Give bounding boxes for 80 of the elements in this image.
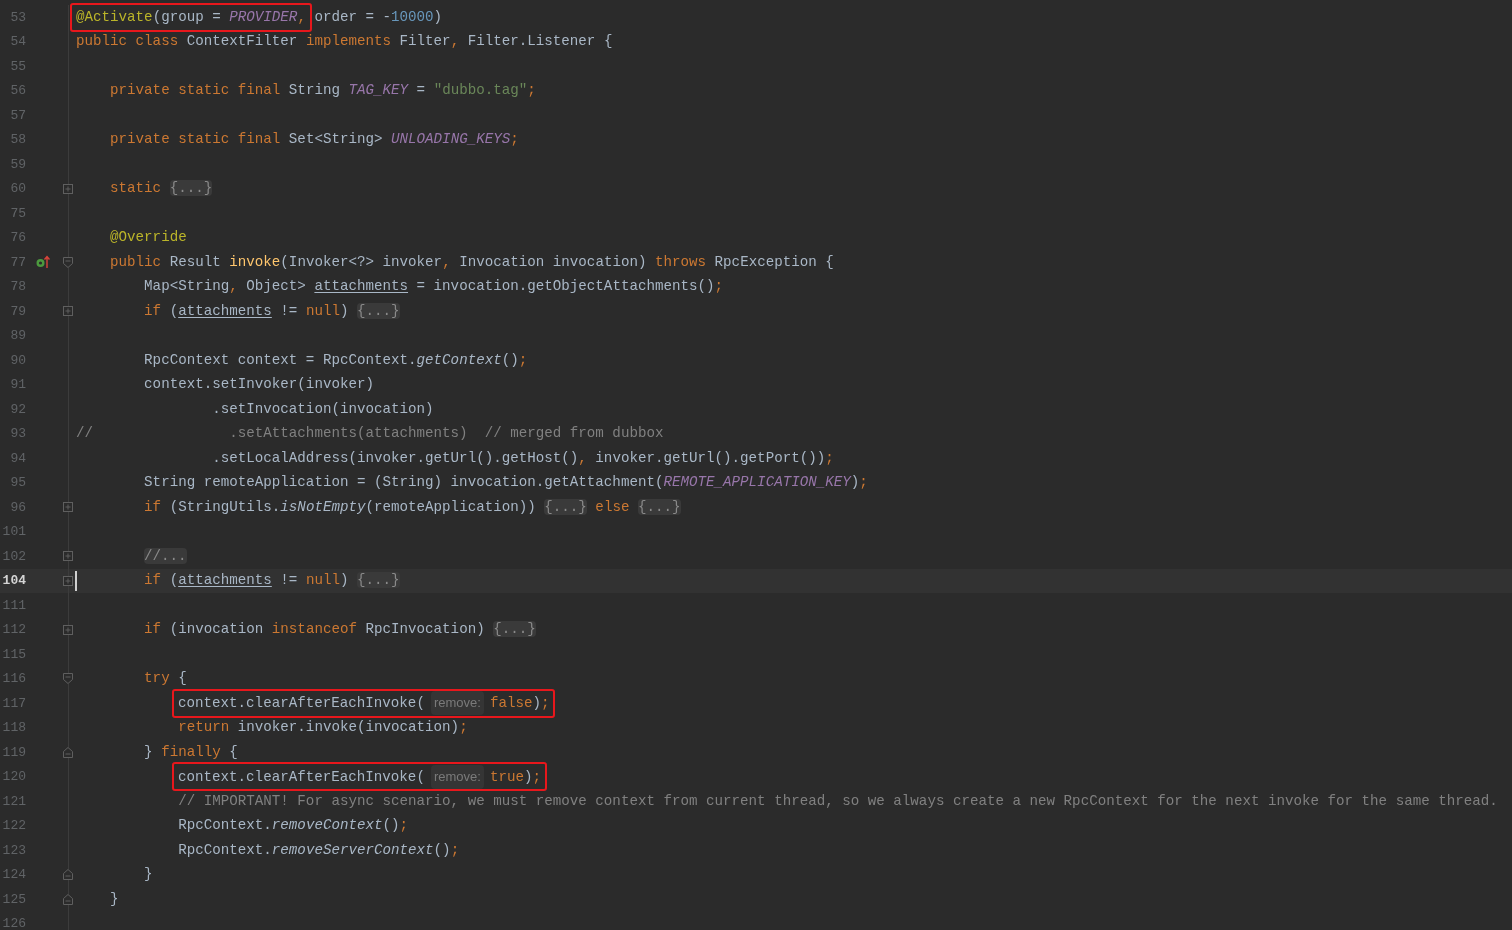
code-line: RpcContext context = RpcContext.getContext(); [143,350,528,370]
code-line: try { [143,669,187,689]
code-line: if (StringUtils.isNotEmpty(remoteApplication)) {...} else {...} [143,497,681,517]
line-number: 94 [9,449,26,468]
code-line: if (attachments != null) {...} [143,571,400,591]
line-number: 91 [9,376,26,394]
fold-expand-icon[interactable] [63,306,73,317]
line-number: 117 [1,694,26,713]
fold-expand-icon[interactable] [63,551,73,562]
line-number: 112 [1,621,26,639]
line-number: 56 [9,82,26,100]
line-number: 54 [9,33,26,51]
code-line: } [109,889,119,909]
line-number: 104 [1,572,26,590]
line-number: 55 [9,57,26,76]
line-number: 122 [1,817,26,835]
line-number: 89 [9,327,26,345]
line-number: 101 [1,523,26,541]
fold-collapse-icon[interactable] [63,673,73,685]
fold-expand-icon[interactable] [63,624,73,635]
fold-collapse-icon[interactable] [63,256,73,268]
code-line: context.setInvoker(invoker) [143,375,374,395]
highlight-box: context.clearAfterEachInvoke( remove: false); [172,688,556,718]
line-number: 121 [1,792,26,811]
code-line: if (attachments != null) {...} [143,301,400,321]
line-number: 119 [1,743,26,762]
line-number: 116 [1,670,26,688]
fold-end-icon[interactable] [63,746,73,758]
line-number: 58 [9,131,26,149]
fold-end-icon[interactable] [63,869,73,881]
code-line: @Override [109,228,187,248]
code-line: private static final String TAG_KEY = "dubbo.tag"; [109,81,536,101]
line-number: 59 [9,155,26,174]
code-line: private static final Set<String> UNLOADING_KEYS; [109,130,519,150]
fold-expand-icon[interactable] [63,183,73,194]
highlight-box: context.clearAfterEachInvoke( remove: true); [172,762,547,792]
code-line: .setInvocation(invocation) [211,399,434,419]
line-number: 92 [9,400,26,419]
code-line: public Result invoke(Invoker<?> invoker, Invocation invocation) throws RpcException { [109,252,834,272]
line-number: 118 [1,719,26,737]
code-text: order = -10000) [313,7,443,27]
code-line: } finally { [143,742,238,762]
code-line: RpcContext.removeContext(); [177,816,409,836]
line-number: 93 [9,425,26,443]
code-line: public class ContextFilter implements Filter, Filter.Listener { [76,32,613,52]
line-number: 124 [1,866,26,884]
fold-end-icon[interactable] [63,893,73,905]
code-line: return invoker.invoke(invocation); [177,718,468,738]
code-line: } [143,865,153,885]
highlight-box: @Activate(group = PROVIDER, [70,2,312,32]
line-number: 102 [1,547,26,566]
line-number: 120 [1,768,26,786]
line-number: 115 [1,645,26,664]
line-number: 95 [9,474,26,492]
line-number: 76 [9,229,26,247]
line-number: 77 [9,253,26,272]
fold-expand-icon[interactable] [63,502,73,513]
line-number: 60 [9,180,26,198]
line-number: 125 [1,890,26,909]
code-line: static {...} [109,179,213,199]
code-line: if (invocation instanceof RpcInvocation) {...} [143,620,536,640]
line-number: 126 [1,915,26,930]
override-method-icon[interactable] [36,255,50,270]
code-line: String remoteApplication = (String) invocation.getAttachment(REMOTE_APPLICATION_KEY); [143,473,868,493]
line-number: 78 [9,278,26,296]
code-line: RpcContext.removeServerContext(); [177,840,460,860]
text-cursor [75,570,77,591]
line-number: 75 [9,204,26,223]
fold-expand-icon[interactable] [63,575,73,586]
line-number: 90 [9,351,26,370]
code-line: .setLocalAddress(invoker.getUrl().getHost(), invoker.getUrl().getPort()); [211,448,834,468]
line-number: 96 [9,498,26,517]
line-number: 57 [9,106,26,125]
line-number: 79 [9,302,26,321]
line-number: 123 [1,841,26,860]
code-line: Map<String, Object> attachments = invocation.getObjectAttachments(); [143,277,724,297]
line-number: 111 [1,596,26,615]
line-number: 53 [9,8,26,27]
code-line: // .setAttachments(attachments) // merged from dubbox [76,424,664,444]
code-line: // IMPORTANT! For async scenario, we must remove context from current thread, so we always create a new RpcContext for the next invoke for the same thread. [177,791,1498,811]
